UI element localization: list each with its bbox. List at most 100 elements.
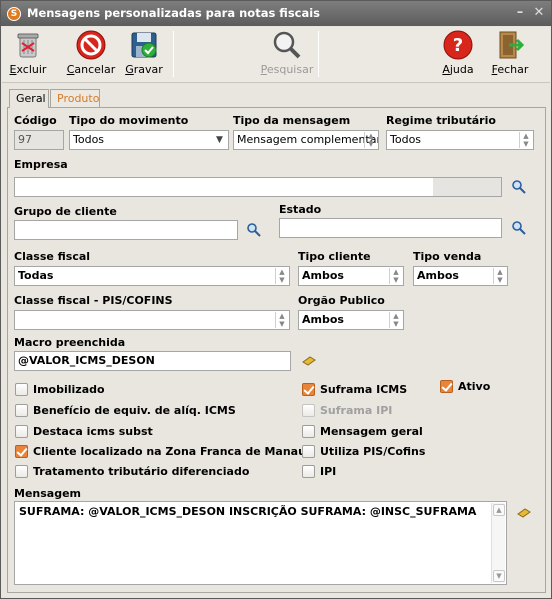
spinner-icon[interactable]: ▲ ▼ (275, 268, 288, 284)
ipi-checkbox[interactable]: IPI (302, 464, 382, 480)
ativo-checkbox[interactable]: Ativo (440, 379, 510, 395)
tipo-venda-select[interactable]: Ambos ▲ ▼ (413, 266, 508, 286)
tipo-mensagem-label: Tipo da mensagem (233, 114, 351, 127)
imobilizado-label: Imobilizado (33, 383, 105, 396)
chevron-down-icon[interactable]: ▼ (213, 132, 226, 148)
excluir-button[interactable]: Excluir (8, 29, 48, 81)
pesquisar-label: esquisar (266, 63, 314, 76)
spinner-icon[interactable]: ▲ ▼ (389, 268, 402, 284)
toolbar-separator (318, 31, 319, 77)
title-bar: S Mensagens personalizadas para notas fi… (1, 1, 551, 26)
beneficio-checkbox[interactable]: Benefício de equiv. de alíq. ICMS (15, 403, 275, 419)
tab-produto[interactable]: Produto (50, 89, 100, 107)
toolbar-separator (173, 31, 174, 77)
magnifier-icon (273, 31, 301, 59)
mensagem-geral-box[interactable] (302, 425, 315, 438)
tipo-cliente-value: Ambos (302, 269, 344, 282)
spinner-icon[interactable]: ▲ ▼ (389, 312, 402, 328)
help-icon: ? (443, 30, 473, 60)
scroll-up-icon[interactable]: ▲ (493, 504, 505, 516)
mensagem-text: SUFRAMA: @VALOR_ICMS_DESON INSCRIÇÃO SUF… (19, 505, 477, 518)
mensagem-geral-label: Mensagem geral (320, 425, 423, 438)
gravar-label: ravar (133, 63, 163, 76)
tratamento-box[interactable] (15, 465, 28, 478)
suframa-icms-box[interactable] (302, 383, 315, 396)
search-icon[interactable] (511, 179, 527, 195)
utiliza-pis-checkbox[interactable]: Utiliza PIS/Cofins (302, 444, 432, 460)
tab-geral[interactable]: Geral (9, 89, 49, 108)
tipo-mensagem-value: Mensagem complementar (237, 133, 379, 146)
suframa-ipi-box[interactable] (302, 404, 315, 417)
regime-tributario-select[interactable]: Todos ▲ ▼ (386, 130, 534, 150)
destaca-icms-box[interactable] (15, 425, 28, 438)
spinner-icon[interactable]: ▲ ▼ (364, 132, 377, 148)
tipo-venda-value: Ambos (417, 269, 459, 282)
utiliza-pis-box[interactable] (302, 445, 315, 458)
search-icon[interactable] (246, 222, 262, 238)
tipo-cliente-label: Tipo cliente (298, 250, 371, 263)
beneficio-box[interactable] (15, 404, 28, 417)
fechar-label: echar (497, 63, 529, 76)
estado-label: Estado (279, 203, 322, 216)
classe-fiscal-label: Classe fiscal (14, 250, 91, 263)
tratamento-checkbox[interactable]: Tratamento tributário diferenciado (15, 464, 275, 480)
suframa-icms-label: Suframa ICMS (320, 383, 408, 396)
beneficio-label: Benefício de equiv. de alíq. ICMS (33, 404, 236, 417)
ativo-box[interactable] (440, 380, 453, 393)
ajuda-button[interactable]: ? Ajuda (438, 29, 478, 81)
empresa-field[interactable] (14, 177, 502, 197)
tipo-movimento-select[interactable]: Todos ▼ (69, 130, 229, 150)
classe-fiscal-select[interactable]: Todas ▲ ▼ (14, 266, 290, 286)
pencil-icon[interactable] (302, 356, 316, 366)
zona-franca-box[interactable] (15, 445, 28, 458)
window-title: Mensagens personalizadas para notas fisc… (27, 6, 321, 20)
mensagem-textarea[interactable]: SUFRAMA: @VALOR_ICMS_DESON INSCRIÇÃO SUF… (14, 501, 507, 585)
pencil-icon[interactable] (517, 508, 531, 518)
estado-field[interactable] (279, 218, 502, 238)
close-icon[interactable]: ✕ (531, 5, 547, 21)
tipo-movimento-label: Tipo do movimento (69, 114, 189, 127)
macro-field[interactable]: @VALOR_ICMS_DESON (14, 351, 291, 371)
imobilizado-checkbox[interactable]: Imobilizado (15, 382, 215, 398)
classe-fiscal-pis-select[interactable]: ▲ ▼ (14, 310, 290, 330)
orgao-publico-label: Orgão Publico (298, 294, 385, 307)
empresa-label: Empresa (14, 158, 68, 171)
cancelar-label: ancelar (74, 63, 116, 76)
regime-tributario-value: Todos (390, 133, 422, 146)
mensagem-geral-checkbox[interactable]: Mensagem geral (302, 424, 432, 440)
mensagem-scrollbar[interactable]: ▲ ▼ (491, 503, 505, 583)
svg-text:?: ? (453, 35, 463, 56)
spinner-icon[interactable]: ▲ ▼ (493, 268, 506, 284)
suframa-ipi-checkbox[interactable]: Suframa IPI (302, 403, 422, 419)
codigo-label: Código (14, 114, 57, 127)
tipo-mensagem-select[interactable]: Mensagem complementar ▲ ▼ (233, 130, 379, 150)
ativo-label: Ativo (458, 380, 491, 393)
scroll-down-icon[interactable]: ▼ (493, 570, 505, 582)
ajuda-mnemonic: A (442, 63, 450, 76)
grupo-cliente-field[interactable] (14, 220, 238, 240)
ipi-box[interactable] (302, 465, 315, 478)
destaca-icms-checkbox[interactable]: Destaca icms subst (15, 424, 215, 440)
cancelar-button[interactable]: Cancelar (66, 29, 116, 81)
minimize-icon[interactable]: – (512, 5, 528, 21)
imobilizado-box[interactable] (15, 383, 28, 396)
gravar-mnemonic: G (125, 63, 134, 76)
orgao-publico-select[interactable]: Ambos ▲ ▼ (298, 310, 404, 330)
utiliza-pis-label: Utiliza PIS/Cofins (320, 445, 426, 458)
suframa-icms-checkbox[interactable]: Suframa ICMS (302, 382, 422, 398)
exit-door-icon (499, 31, 525, 59)
fechar-button[interactable]: Fechar (490, 29, 530, 81)
ajuda-label: juda (449, 63, 474, 76)
spinner-icon[interactable]: ▲ ▼ (519, 132, 532, 148)
pesquisar-button[interactable]: Pesquisar (260, 29, 314, 81)
window: S Mensagens personalizadas para notas fi… (0, 0, 552, 599)
macro-label: Macro preenchida (14, 336, 126, 349)
tipo-cliente-select[interactable]: Ambos ▲ ▼ (298, 266, 404, 286)
gravar-button[interactable]: Gravar (124, 29, 164, 81)
search-icon[interactable] (511, 220, 527, 236)
spinner-icon[interactable]: ▲ ▼ (275, 312, 288, 328)
destaca-icms-label: Destaca icms subst (33, 425, 153, 438)
tipo-venda-label: Tipo venda (413, 250, 482, 263)
codigo-field: 97 (14, 130, 64, 150)
zona-franca-checkbox[interactable]: Cliente localizado na Zona Franca de Man… (15, 444, 312, 460)
